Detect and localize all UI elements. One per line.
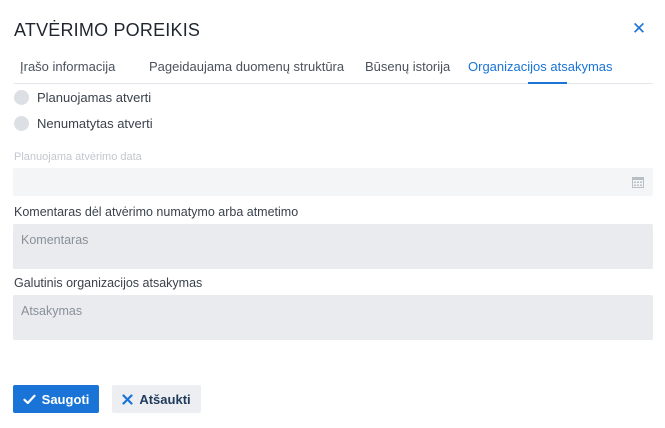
active-tab-indicator — [528, 82, 567, 84]
check-icon — [23, 394, 36, 405]
answer-textarea[interactable]: Atsakymas — [13, 295, 653, 340]
tab-organization-response[interactable]: Organizacijos atsakymas — [468, 59, 613, 74]
radio-not-planned-open[interactable]: Nenumatytas atverti — [14, 116, 153, 131]
close-icon[interactable]: ✕ — [631, 20, 647, 38]
comment-textarea[interactable]: Komentaras — [13, 224, 653, 269]
radio-button[interactable] — [14, 90, 29, 105]
tab-status-history[interactable]: Būsenų istorija — [365, 59, 450, 74]
radio-label: Nenumatytas atverti — [37, 116, 153, 131]
date-field-label: Planuojama atvėrimo data — [14, 151, 142, 163]
radio-label: Planuojamas atverti — [37, 90, 152, 105]
save-button-label: Saugoti — [41, 391, 90, 407]
radio-button[interactable] — [14, 116, 29, 131]
save-button[interactable]: Saugoti — [13, 385, 99, 413]
planned-open-date-input[interactable] — [13, 168, 653, 196]
radio-planned-open[interactable]: Planuojamas atverti — [14, 90, 151, 105]
x-icon — [122, 393, 133, 405]
dialog-title: ATVĖRIMO POREIKIS — [14, 20, 201, 40]
cancel-button-label: Atšaukti — [139, 391, 191, 407]
cancel-button[interactable]: Atšaukti — [112, 385, 201, 413]
answer-field-label: Galutinis organizacijos atsakymas — [14, 276, 203, 290]
tab-bar: Įrašo informacija Pageidaujama duomenų s… — [14, 56, 653, 84]
tab-record-info[interactable]: Įrašo informacija — [20, 59, 115, 74]
calendar-icon[interactable] — [632, 176, 644, 188]
comment-field-label: Komentaras dėl atvėrimo numatymo arba at… — [14, 205, 299, 219]
tab-data-structure[interactable]: Pageidaujama duomenų struktūra — [149, 59, 344, 74]
